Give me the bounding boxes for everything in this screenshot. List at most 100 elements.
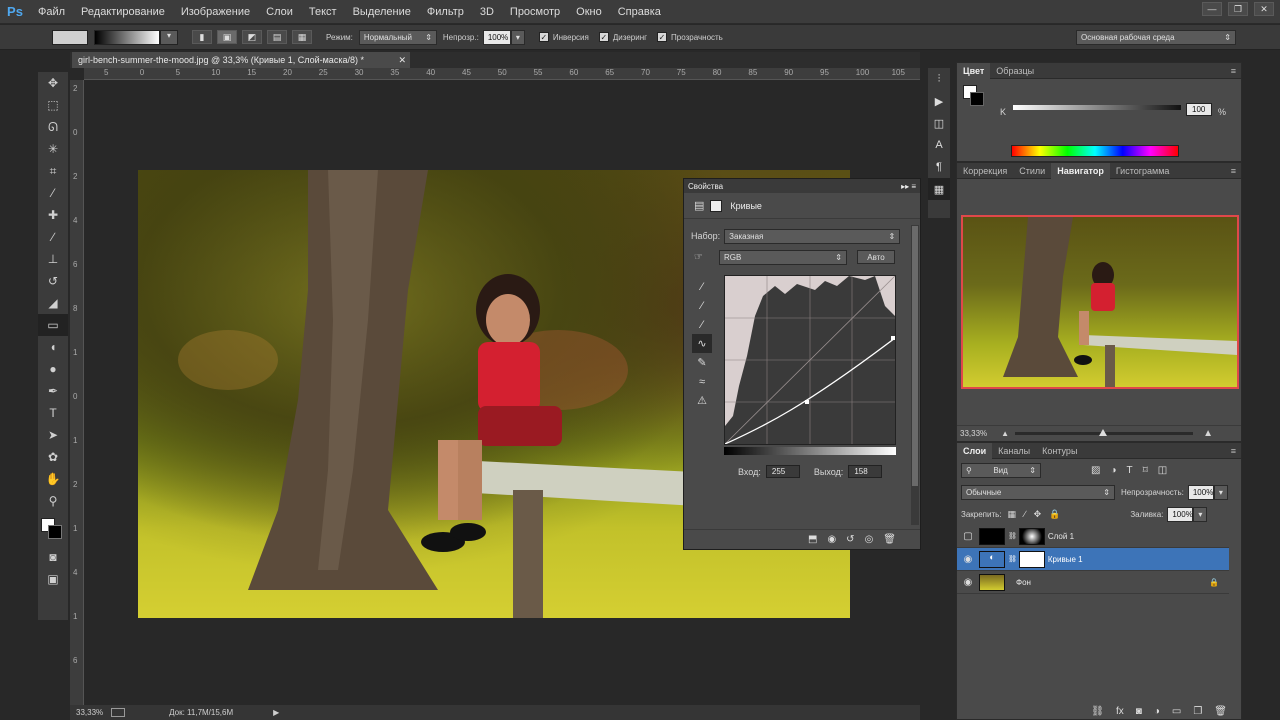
menu-type[interactable]: Текст: [301, 6, 345, 18]
type-tool-icon[interactable]: T: [38, 402, 68, 424]
status-menu-arrow-icon[interactable]: ▶: [273, 708, 279, 717]
menu-layers[interactable]: Слои: [258, 6, 301, 18]
inverse-checkbox[interactable]: ✓: [538, 32, 549, 42]
layer-style-icon[interactable]: fx: [1116, 706, 1124, 717]
navigator-zoom-value[interactable]: 33,33%: [960, 429, 987, 438]
panel-menu-icon[interactable]: ≡: [1231, 446, 1241, 456]
layer-filter-select[interactable]: ⚲ Вид ⇕: [961, 462, 1041, 478]
curves-icon[interactable]: ▤: [694, 199, 704, 212]
zoom-slider[interactable]: [1015, 429, 1194, 436]
dodge-tool-icon[interactable]: ●: [38, 358, 68, 380]
lock-all-icon[interactable]: 🔒: [1049, 509, 1060, 520]
tab-swatches[interactable]: Образцы: [990, 63, 1040, 79]
panel-menu-icon[interactable]: ≡: [1231, 166, 1241, 176]
menu-select[interactable]: Выделение: [345, 6, 419, 18]
screen-mode-icon[interactable]: ▣: [38, 568, 68, 590]
tab-channels[interactable]: Каналы: [992, 443, 1036, 459]
close-icon[interactable]: ✕: [1254, 2, 1274, 16]
angle-gradient-icon[interactable]: ◩: [242, 30, 262, 44]
add-mask-icon[interactable]: ◙: [1136, 706, 1142, 717]
layer-row[interactable]: ◉ Фон 🔒: [957, 571, 1229, 594]
shape-tool-icon[interactable]: ✿: [38, 446, 68, 468]
gradient-tool-preset-icon[interactable]: [52, 29, 88, 45]
linear-gradient-icon[interactable]: ▮: [192, 30, 212, 44]
k-value-input[interactable]: 100: [1186, 103, 1212, 116]
tab-paths[interactable]: Контуры: [1036, 443, 1083, 459]
input-value-field[interactable]: 255: [765, 465, 800, 478]
menu-image[interactable]: Изображение: [173, 6, 258, 18]
menu-3d[interactable]: 3D: [472, 6, 502, 18]
stamp-tool-icon[interactable]: ⊥: [38, 248, 68, 270]
channel-select[interactable]: RGB ⇕: [718, 249, 847, 265]
properties-panel-icon[interactable]: ▦: [928, 178, 950, 200]
zoom-tool-icon[interactable]: ⚲: [38, 490, 68, 512]
tab-color[interactable]: Цвет: [957, 62, 991, 79]
properties-header[interactable]: Свойства ▸▸ ≡: [684, 179, 920, 193]
document-tab[interactable]: girl-bench-summer-the-mood.jpg @ 33,3% (…: [72, 52, 410, 68]
output-value-field[interactable]: 158: [848, 465, 883, 478]
panel-menu-icon[interactable]: ▸▸ ≡: [901, 182, 920, 191]
eye-icon[interactable]: ◉: [957, 577, 979, 588]
color-spectrum[interactable]: [1011, 145, 1179, 157]
move-tool-icon[interactable]: ✥: [38, 72, 68, 94]
layer-name[interactable]: Слой 1: [1048, 532, 1074, 541]
workspace-select[interactable]: Основная рабочая среда ⇕: [1076, 29, 1236, 45]
filter-type-icon[interactable]: T: [1127, 465, 1133, 476]
new-adjustment-icon[interactable]: ◑: [1154, 706, 1160, 717]
history-panel-icon[interactable]: ⫶: [928, 68, 950, 90]
trash-icon[interactable]: 🗑: [883, 534, 896, 545]
background-color[interactable]: [48, 525, 62, 539]
radial-gradient-icon[interactable]: ▣: [217, 30, 237, 44]
blend-mode-select[interactable]: Обычные ⇕: [961, 484, 1115, 500]
layer-opacity-dropdown-icon[interactable]: ▾: [1213, 484, 1228, 500]
brush-tool-icon[interactable]: ∕: [38, 226, 68, 248]
properties-scrollbar[interactable]: [911, 225, 919, 525]
filter-adjustment-icon[interactable]: ◑: [1110, 465, 1116, 476]
layer-mask-thumbnail[interactable]: [1018, 550, 1045, 568]
menu-file[interactable]: Файл: [30, 6, 73, 18]
filter-pixel-icon[interactable]: ▨: [1091, 465, 1100, 476]
smooth-curve-icon[interactable]: ≈: [692, 372, 712, 391]
diamond-gradient-icon[interactable]: ▦: [292, 30, 312, 44]
eye-icon[interactable]: ◉: [957, 554, 979, 565]
menu-filter[interactable]: Фильтр: [419, 6, 472, 18]
pen-tool-icon[interactable]: ✒: [38, 380, 68, 402]
clipping-warning-icon[interactable]: ⚠: [692, 391, 712, 410]
filter-shape-icon[interactable]: ⌑: [1143, 465, 1148, 476]
navigator-preview[interactable]: [961, 215, 1239, 389]
reflected-gradient-icon[interactable]: ▤: [267, 30, 287, 44]
opacity-input[interactable]: 100%: [482, 29, 511, 45]
history-brush-icon[interactable]: ↺: [38, 270, 68, 292]
close-tab-icon[interactable]: ✕: [398, 55, 406, 66]
actions-panel-icon[interactable]: ▶: [928, 90, 950, 112]
zoom-out-icon[interactable]: ▲: [1001, 429, 1009, 438]
zoom-slider-thumb[interactable]: [1099, 429, 1108, 436]
gradient-dropdown-chevron-icon[interactable]: ▾: [160, 29, 178, 45]
minimize-icon[interactable]: —: [1202, 2, 1222, 16]
menu-help[interactable]: Справка: [610, 6, 669, 18]
link-icon[interactable]: ⛓: [1008, 532, 1017, 540]
menu-edit[interactable]: Редактирование: [73, 6, 173, 18]
fill-dropdown-icon[interactable]: ▾: [1193, 506, 1208, 522]
clip-to-layer-icon[interactable]: ⬒: [808, 534, 817, 545]
paragraph-panel-icon[interactable]: ¶: [928, 156, 950, 178]
gradient-tool-icon[interactable]: ▭: [38, 314, 68, 336]
tab-histogram[interactable]: Гистограмма: [1110, 163, 1176, 179]
crop-tool-icon[interactable]: ⌗: [38, 160, 68, 182]
fill-input[interactable]: 100%: [1167, 506, 1194, 522]
lasso-tool-icon[interactable]: ᘏ: [38, 116, 68, 138]
new-layer-icon[interactable]: ❐: [1193, 706, 1202, 717]
healing-tool-icon[interactable]: ✚: [38, 204, 68, 226]
mask-icon[interactable]: [710, 199, 723, 212]
info-panel-icon[interactable]: ◫: [928, 112, 950, 134]
link-layers-icon[interactable]: ⛓: [1091, 706, 1104, 717]
lock-position-icon[interactable]: ✥: [1034, 509, 1042, 520]
hand-tool-icon[interactable]: ✋: [38, 468, 68, 490]
visibility-icon[interactable]: ◎: [865, 534, 874, 545]
visibility-off-icon[interactable]: ▢: [957, 531, 979, 542]
eraser-tool-icon[interactable]: ◢: [38, 292, 68, 314]
zoom-level[interactable]: 33,33%: [76, 708, 103, 717]
scrollbar-thumb[interactable]: [912, 226, 918, 486]
preset-select[interactable]: Заказная ⇕: [724, 228, 901, 244]
view-previous-icon[interactable]: ◉: [827, 534, 836, 545]
